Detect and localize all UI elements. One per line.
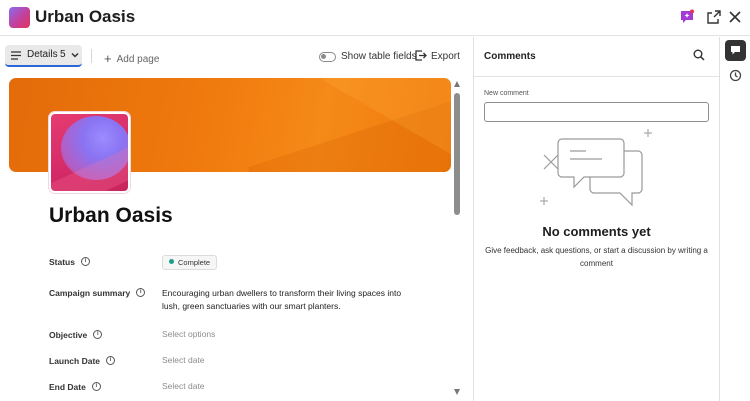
more-options-button[interactable]: ··· [113,6,132,24]
info-icon[interactable]: i [136,288,146,298]
show-table-fields-label: Show table fields [341,51,417,62]
status-badge[interactable]: Complete [162,255,218,270]
scroll-up-arrow-icon[interactable] [454,81,460,87]
comments-rail-button[interactable] [725,40,746,61]
list-icon [11,51,21,60]
status-field-label: Status i [49,257,90,267]
export-icon[interactable] [414,49,427,62]
export-button[interactable]: Export [431,51,460,62]
launch-date-field-label: Launch Date i [49,356,116,366]
add-page-label: Add page [116,54,160,65]
info-icon[interactable]: i [93,330,103,340]
record-details: Urban Oasis Status i Complete Campaign su… [0,76,462,401]
chevron-down-icon [71,52,79,58]
rail-divider [719,37,720,401]
search-icon[interactable] [693,49,705,61]
launch-date-picker[interactable]: Select date [162,355,205,365]
comments-panel: Comments New comment No comments yet Giv… [474,37,719,401]
record-thumbnail [9,7,30,28]
info-icon[interactable]: i [80,257,90,267]
show-table-fields-toggle[interactable] [319,52,336,62]
status-value: Complete [178,258,211,267]
comments-header-divider [474,76,719,77]
objective-label-text: Objective [49,330,88,340]
scroll-thumb[interactable] [454,93,460,215]
page-title: Urban Oasis [49,204,173,227]
toolbar: Details 5 + Add page Show table fields Ex… [0,37,472,75]
comments-header: Comments [484,51,536,62]
launch-date-label-text: Launch Date [49,356,101,366]
ai-assistant-icon[interactable] [679,9,695,25]
summary-value[interactable]: Encouraging urban dwellers to transform … [162,287,402,313]
toggle-knob [321,54,326,59]
empty-comments-illustration-icon [540,129,652,207]
end-date-picker[interactable]: Select date [162,381,205,391]
end-date-label-text: End Date [49,382,86,392]
new-comment-label: New comment [484,90,529,97]
history-icon[interactable] [729,69,742,82]
objective-field-label: Objective i [49,330,103,340]
end-date-field-label: End Date i [49,382,101,392]
details-view-dropdown[interactable]: Details 5 [5,45,82,67]
summary-field-label: Campaign summary i [49,288,146,298]
toolbar-divider [91,49,92,63]
empty-state-title: No comments yet [542,224,651,239]
record-cover-image[interactable] [49,112,130,193]
status-dot [169,259,174,264]
title-bar: Urban Oasis ··· [0,0,750,36]
close-icon[interactable] [727,9,743,25]
plus-icon: + [104,51,112,66]
info-icon[interactable]: i [91,382,101,392]
open-in-new-window-icon[interactable] [706,9,722,25]
info-icon[interactable]: i [106,356,116,366]
details-count: 5 [60,49,66,60]
scroll-down-arrow-icon[interactable] [454,389,460,395]
empty-state-description: Give feedback, ask questions, or start a… [485,246,708,268]
comment-icon [731,46,740,55]
details-label: Details [27,49,58,60]
summary-label-text: Campaign summary [49,288,131,298]
status-label-text: Status [49,257,75,267]
add-page-button[interactable]: + Add page [104,50,160,66]
objective-select[interactable]: Select options [162,329,215,339]
content-scrollbar[interactable] [452,76,462,401]
new-comment-input[interactable] [484,102,709,122]
